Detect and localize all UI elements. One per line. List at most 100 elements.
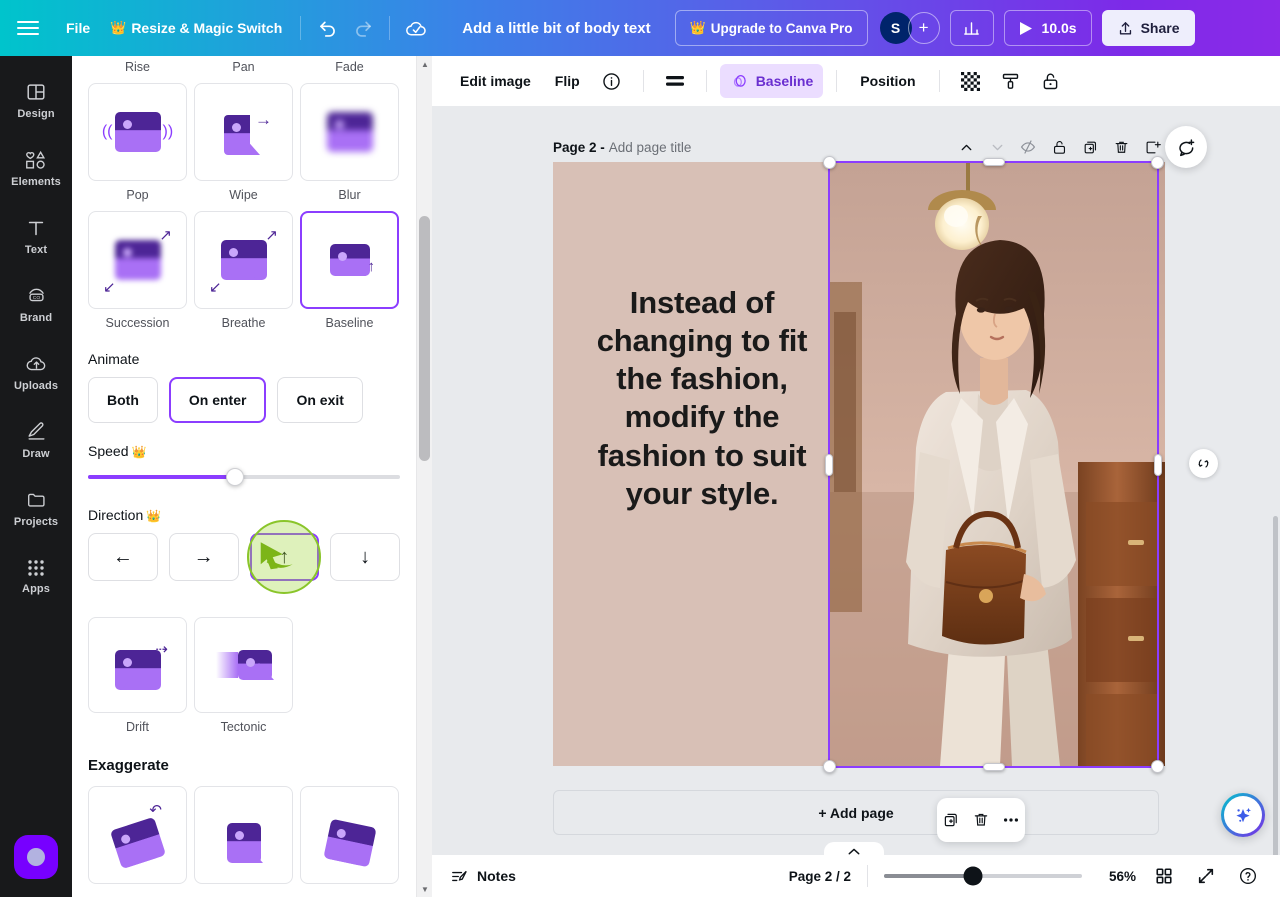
draw-pencil-icon: [27, 421, 45, 440]
pop-waves-right-icon: )): [162, 123, 174, 140]
animation-tile-tumble[interactable]: ↶: [88, 786, 187, 884]
editor-scrollbar-thumb[interactable]: [1273, 516, 1278, 896]
editor-scrollbar[interactable]: [1272, 106, 1280, 896]
rail-item-projects[interactable]: Projects: [4, 474, 68, 542]
rail-item-design[interactable]: Design: [4, 66, 68, 134]
resize-label: Resize & Magic Switch: [131, 20, 283, 36]
direction-left-button[interactable]: ←: [88, 533, 158, 581]
preview-play-button[interactable]: 10.0s: [1003, 10, 1092, 46]
speed-slider[interactable]: [72, 468, 416, 486]
duplicate-page-button[interactable]: [1077, 134, 1103, 160]
zoom-slider[interactable]: [884, 866, 1082, 886]
cloud-saved-icon[interactable]: [398, 10, 434, 46]
speed-slider-track[interactable]: [88, 468, 400, 486]
info-circle-icon[interactable]: [594, 64, 630, 98]
rail-label: Uploads: [13, 379, 59, 392]
canva-editor-window: File 👑 Resize & Magic Switch Add a littl…: [0, 0, 1280, 897]
flip-animation-icon: [226, 823, 263, 863]
grid-view-button[interactable]: [1150, 862, 1178, 890]
canvas-image-element[interactable]: [828, 162, 1165, 766]
notes-button[interactable]: Notes: [450, 867, 516, 886]
animate-option-on-exit[interactable]: On exit: [277, 377, 363, 423]
rail-item-text[interactable]: Text: [4, 202, 68, 270]
avatar[interactable]: S: [879, 12, 912, 44]
upgrade-to-canva-pro-button[interactable]: 👑 Upgrade to Canva Pro: [674, 10, 868, 46]
redo-icon[interactable]: [345, 10, 381, 46]
scroll-up-arrow-icon[interactable]: ▲: [417, 56, 432, 72]
direction-up-button[interactable]: ↑: [247, 520, 322, 594]
hide-page-button[interactable]: [1015, 134, 1041, 160]
canvas-text-element[interactable]: Instead of changing to fit the fashion, …: [573, 284, 831, 513]
resize-magic-switch-button[interactable]: 👑 Resize & Magic Switch: [100, 13, 292, 43]
lock-open-icon: [1053, 140, 1065, 154]
delete-page-button[interactable]: [1108, 134, 1134, 160]
fullscreen-button[interactable]: [1192, 862, 1220, 890]
lock-page-button[interactable]: [1046, 134, 1072, 160]
add-page-button[interactable]: + Add page: [553, 790, 1159, 835]
notes-label: Notes: [477, 868, 516, 884]
design-canvas[interactable]: Instead of changing to fit the fashion, …: [553, 162, 1165, 766]
move-page-down-button[interactable]: [984, 134, 1010, 160]
animate-option-both[interactable]: Both: [88, 377, 158, 423]
animation-tile-tectonic[interactable]: [194, 617, 293, 713]
move-page-up-button[interactable]: [953, 134, 979, 160]
speed-slider-knob[interactable]: [225, 468, 244, 486]
panel-scrollbar-thumb[interactable]: [419, 216, 430, 461]
add-collaborator-button[interactable]: +: [907, 12, 940, 44]
duplicate-page-float-button[interactable]: [938, 806, 964, 834]
animation-tile-skate[interactable]: [300, 786, 399, 884]
rail-item-brand[interactable]: CO Brand: [4, 270, 68, 338]
delete-page-float-button[interactable]: [968, 806, 994, 834]
rail-item-uploads[interactable]: Uploads: [4, 338, 68, 406]
undo-icon[interactable]: [309, 10, 345, 46]
align-lines-icon[interactable]: [657, 64, 693, 98]
animation-tile-succession[interactable]: ↗ ↙: [88, 211, 187, 309]
insights-bar-chart-icon[interactable]: [949, 10, 994, 46]
recording-dot-icon[interactable]: [14, 835, 58, 879]
crown-icon: 👑: [689, 20, 706, 35]
animation-tile-breathe[interactable]: ↗ ↙: [194, 211, 293, 309]
animation-item: Pan: [194, 60, 293, 83]
animation-tile-baseline[interactable]: ↑: [300, 211, 399, 309]
crown-icon: 👑: [146, 509, 162, 523]
share-button[interactable]: Share: [1101, 10, 1195, 46]
add-comment-button[interactable]: [1165, 126, 1207, 168]
rail-item-elements[interactable]: Elements: [4, 134, 68, 202]
animation-tile-flip[interactable]: [194, 786, 293, 884]
page-title-input[interactable]: Add page title: [609, 140, 692, 155]
panel-scrollbar[interactable]: ▲ ▼: [416, 56, 432, 897]
file-menu-button[interactable]: File: [56, 13, 100, 43]
left-rail: Design Elements Text CO Brand Uploads Dr…: [0, 56, 72, 897]
animate-option-on-enter[interactable]: On enter: [168, 377, 267, 423]
flip-button[interactable]: Flip: [545, 64, 590, 98]
text-t-icon: [28, 221, 44, 235]
zoom-slider-knob[interactable]: [963, 866, 983, 886]
resize-handle-bottom-left[interactable]: [823, 760, 836, 773]
scroll-down-arrow-icon[interactable]: ▼: [417, 881, 432, 897]
resize-handle-bottom-right[interactable]: [1151, 760, 1164, 773]
hamburger-icon[interactable]: [0, 0, 56, 56]
direction-down-button[interactable]: ↓: [330, 533, 400, 581]
animation-tile-wipe[interactable]: →: [194, 83, 293, 181]
rail-item-apps[interactable]: Apps: [4, 542, 68, 610]
trash-icon: [1115, 141, 1127, 153]
rail-item-draw[interactable]: Draw: [4, 406, 68, 474]
edit-image-button[interactable]: Edit image: [450, 64, 541, 98]
rotate-handle-button[interactable]: [1189, 449, 1218, 478]
position-button[interactable]: Position: [850, 64, 925, 98]
animation-tile-drift[interactable]: ⇢: [88, 617, 187, 713]
document-title[interactable]: Add a little bit of body text: [452, 14, 660, 43]
animation-tile-blur[interactable]: [300, 83, 399, 181]
more-options-float-button[interactable]: [998, 806, 1024, 834]
help-button[interactable]: [1234, 862, 1262, 890]
animate-button[interactable]: Baseline: [719, 64, 824, 98]
lock-open-icon[interactable]: [1033, 64, 1069, 98]
animation-tile-pop[interactable]: (( )): [88, 83, 187, 181]
magic-assistant-button[interactable]: [1221, 793, 1265, 837]
resize-handle-top-left[interactable]: [823, 156, 836, 169]
paint-roller-icon[interactable]: [993, 64, 1029, 98]
resize-handle-top-right[interactable]: [1151, 156, 1164, 169]
transparency-checker-icon[interactable]: [953, 64, 989, 98]
animation-item-wipe: → Wipe: [194, 83, 293, 211]
direction-right-button[interactable]: →: [168, 533, 239, 581]
